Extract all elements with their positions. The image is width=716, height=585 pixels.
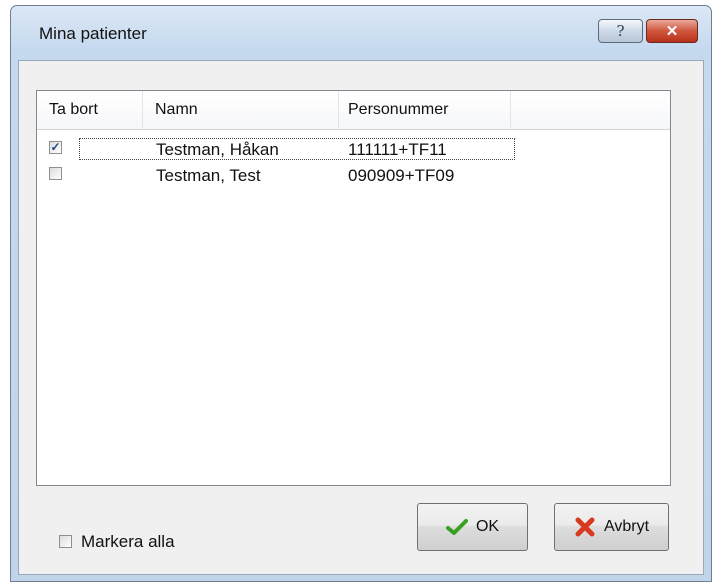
column-header-name[interactable]: Namn — [143, 91, 339, 129]
window-title: Mina patienter — [39, 24, 147, 43]
column-header-pnr[interactable]: Personummer — [339, 91, 511, 129]
column-header-remove[interactable]: Ta bort — [37, 91, 143, 129]
patient-pnr: 111111+TF11 — [348, 140, 447, 159]
help-button[interactable]: ? — [598, 19, 643, 43]
ok-label: OK — [475, 518, 500, 535]
patient-name: Testman, Test — [156, 166, 261, 185]
table-row[interactable]: ✓ Testman, Håkan 111111+TF11 — [37, 137, 517, 163]
remove-checkbox[interactable] — [49, 167, 62, 180]
close-button[interactable]: ✕ — [646, 19, 698, 43]
red-x-icon — [574, 516, 596, 538]
patient-name: Testman, Håkan — [156, 140, 279, 159]
checkmark-icon — [445, 518, 468, 536]
list-header: Ta bort Namn Personummer — [37, 91, 670, 130]
patient-pnr: 090909+TF09 — [348, 166, 455, 185]
close-icon: ✕ — [665, 23, 679, 40]
cancel-button[interactable]: Avbryt — [554, 503, 669, 551]
select-all-checkbox[interactable] — [59, 535, 72, 548]
patient-list[interactable]: Ta bort Namn Personummer ✓ Testman, Håka… — [36, 90, 671, 486]
remove-checkbox[interactable]: ✓ — [49, 141, 62, 154]
focus-rectangle — [79, 138, 515, 160]
cancel-label: Avbryt — [603, 518, 650, 535]
select-all-label: Markera alla — [81, 532, 175, 551]
ok-button[interactable]: OK — [417, 503, 528, 551]
dialog-body: Ta bort Namn Personummer ✓ Testman, Håka… — [18, 60, 704, 575]
title-bar[interactable]: Mina patienter ? ✕ — [11, 6, 711, 60]
help-icon: ? — [616, 22, 625, 40]
dialog-window: Mina patienter ? ✕ Ta bort Namn Personum… — [10, 5, 712, 582]
table-row[interactable]: Testman, Test 090909+TF09 — [37, 163, 517, 189]
